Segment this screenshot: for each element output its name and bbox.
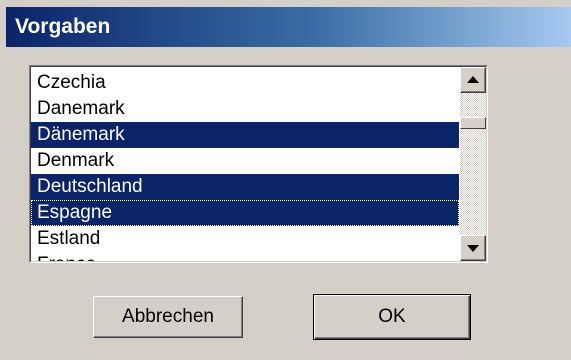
listbox-frame: Czechia Danemark Dänemark Denmark Deutsc… [30,66,487,262]
list-item[interactable]: Deutschland [31,174,459,200]
scroll-up-button[interactable] [460,67,486,93]
list-item[interactable]: Danemark [31,96,459,122]
country-listbox[interactable]: Czechia Danemark Dänemark Denmark Deutsc… [29,65,488,263]
ok-button[interactable]: OK [313,294,471,340]
scroll-up-arrow-icon [467,76,479,83]
list-item[interactable]: Denmark [31,148,459,174]
list-item[interactable]: Czechia [31,70,459,96]
scroll-down-button[interactable] [460,235,486,261]
dialog-window: Vorgaben Czechia Danemark Dänemark Denma… [0,0,571,360]
title-bar[interactable]: Vorgaben [6,7,571,47]
scroll-down-arrow-icon [467,245,479,252]
list-item[interactable]: Dänemark [31,122,459,148]
list-item[interactable]: Espagne [31,200,459,226]
list-item[interactable]: Estland [31,226,459,252]
cancel-button[interactable]: Abbrechen [93,296,243,338]
vertical-scrollbar[interactable] [460,67,486,261]
window-title: Vorgaben [15,15,111,38]
list-items: Czechia Danemark Dänemark Denmark Deutsc… [31,70,459,261]
list-item[interactable]: France [31,252,459,261]
scroll-thumb[interactable] [460,117,486,129]
